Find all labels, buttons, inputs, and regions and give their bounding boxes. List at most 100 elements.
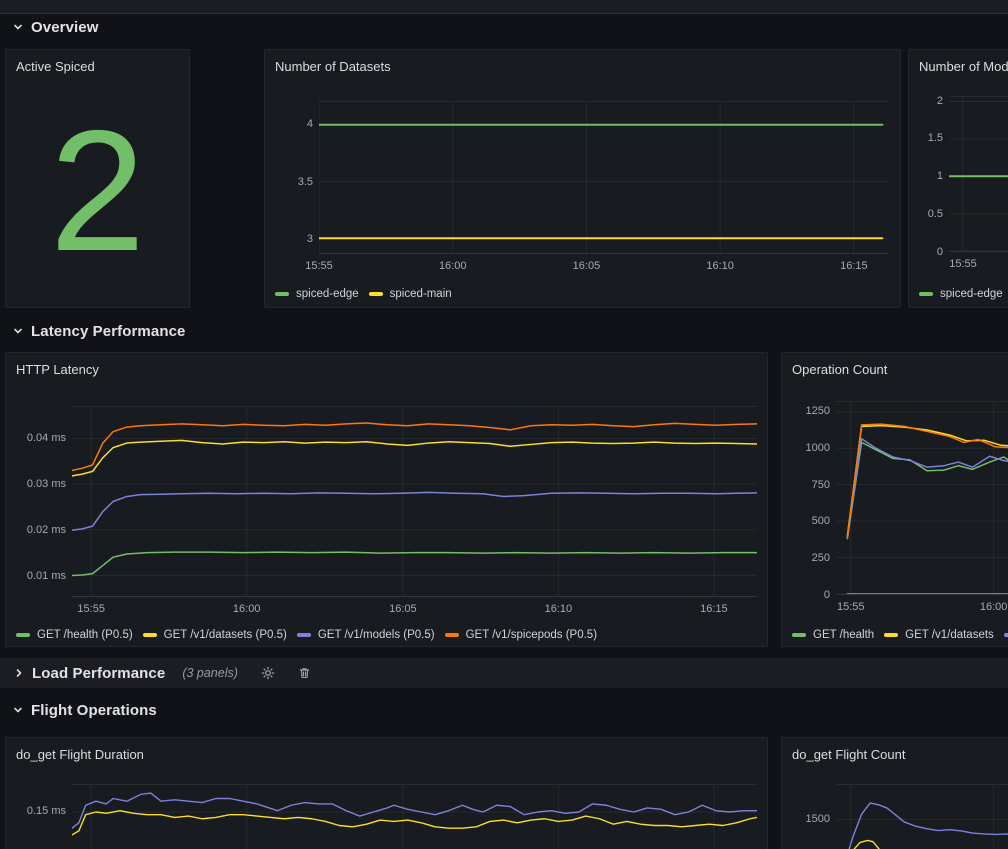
y-tick-label: 0.03 ms xyxy=(27,478,66,490)
section-header-latency-performance[interactable]: Latency Performance xyxy=(12,322,185,340)
section-label: Flight Operations xyxy=(31,702,157,719)
y-tick-label: 500 xyxy=(812,515,830,527)
panel-number-of-datasets: Number of Datasets 33.54 15:5516:0016:05… xyxy=(264,49,901,308)
section-header-overview[interactable]: Overview xyxy=(12,18,99,36)
x-tick-label: 16:10 xyxy=(706,260,734,272)
x-tick-label: 15:55 xyxy=(949,258,977,270)
y-tick-label: 1500 xyxy=(806,813,830,825)
x-tick-label: 15:55 xyxy=(305,260,333,272)
y-tick-label: 0.04 ms xyxy=(27,432,66,444)
chevron-right-icon xyxy=(13,667,25,679)
legend-item[interactable]: spiced-main xyxy=(369,288,452,300)
x-axis: 15:5516:0016:0516:10 xyxy=(836,601,1008,615)
plot-area[interactable] xyxy=(836,401,1008,595)
legend: spiced-edge xyxy=(919,286,1008,302)
legend-item[interactable]: GET /health (P0.5) xyxy=(16,629,133,641)
panel-title[interactable]: Operation Count xyxy=(792,362,887,377)
x-axis: 15:5516:0016:0516:1016:15 xyxy=(319,260,888,274)
y-tick-label: 4 xyxy=(307,118,313,130)
plot-area[interactable] xyxy=(836,784,1008,849)
plot-area[interactable] xyxy=(72,784,757,849)
x-tick-label: 16:15 xyxy=(840,260,868,272)
panel-do-get-flight-count: do_get Flight Count 1500 15:5516:0016:05… xyxy=(781,737,1008,849)
y-tick-label: 750 xyxy=(812,479,830,491)
legend-label: GET /v1/spicepods (P0.5) xyxy=(466,629,597,641)
series-line xyxy=(72,793,757,828)
legend-swatch xyxy=(919,292,933,296)
y-tick-label: 0.02 ms xyxy=(27,524,66,536)
section-header-flight-operations[interactable]: Flight Operations xyxy=(12,701,157,719)
series-line xyxy=(847,840,1008,849)
legend-item[interactable]: GET /v1/models (P0.5) xyxy=(297,629,435,641)
series-line xyxy=(72,811,757,835)
stat-value-wrap: 2 xyxy=(6,50,189,307)
y-tick-label: 3.5 xyxy=(298,176,313,188)
timeseries-chart: 33.54 15:5516:0016:0516:1016:15 spiced-e… xyxy=(265,50,900,307)
series-line xyxy=(72,423,757,470)
legend-item[interactable]: GET /v1/models xyxy=(1004,629,1008,641)
legend-item[interactable]: GET /v1/datasets (P0.5) xyxy=(143,629,287,641)
x-tick-label: 15:55 xyxy=(837,601,865,613)
chevron-down-icon xyxy=(12,325,24,337)
series-line xyxy=(847,442,1008,538)
x-tick-label: 16:00 xyxy=(439,260,467,272)
x-tick-label: 16:00 xyxy=(233,603,261,615)
series-line xyxy=(847,424,1008,537)
x-tick-label: 16:05 xyxy=(389,603,417,615)
y-axis: 025050075010001250 xyxy=(790,401,830,595)
y-tick-label: 0 xyxy=(937,246,943,258)
x-tick-label: 15:55 xyxy=(77,603,105,615)
panel-title[interactable]: Number of Models xyxy=(919,59,1008,74)
timeseries-chart: 00.511.52 15:5516:0016:0516:1016:15 spic… xyxy=(909,50,1008,307)
x-tick-label: 16:00 xyxy=(980,601,1008,613)
panel-number-of-models: Number of Models 00.511.52 15:5516:0016:… xyxy=(908,49,1008,308)
legend-item[interactable]: spiced-edge xyxy=(275,288,359,300)
legend-item[interactable]: GET /health xyxy=(792,629,874,641)
y-tick-label: 1 xyxy=(937,170,943,182)
legend-item[interactable]: GET /v1/spicepods (P0.5) xyxy=(445,629,597,641)
legend-item[interactable]: spiced-edge xyxy=(919,288,1003,300)
panel-title[interactable]: do_get Flight Count xyxy=(792,747,905,762)
y-axis: 00.511.52 xyxy=(917,96,943,252)
timeseries-chart: 0.01 ms 0.02 ms 0.03 ms 0.04 ms 15:55 16:00 1… xyxy=(6,353,767,646)
legend-label: GET /health (P0.5) xyxy=(37,629,133,641)
panel-title[interactable]: Number of Datasets xyxy=(275,59,391,74)
y-tick-label: 1.5 xyxy=(928,132,943,144)
gear-icon[interactable] xyxy=(261,666,275,680)
legend-label: GET /v1/datasets (P0.5) xyxy=(164,629,287,641)
trash-icon[interactable] xyxy=(298,666,311,680)
legend-label: spiced-main xyxy=(390,288,452,300)
plot-area[interactable] xyxy=(949,96,1008,252)
legend-swatch xyxy=(1004,633,1008,637)
y-tick-label: 1000 xyxy=(806,442,830,454)
panel-title[interactable]: do_get Flight Duration xyxy=(16,747,144,762)
y-tick-label: 250 xyxy=(812,552,830,564)
section-label: Latency Performance xyxy=(31,323,185,340)
legend-label: GET /v1/datasets xyxy=(905,629,994,641)
panel-do-get-flight-duration: do_get Flight Duration 0.15 ms 15:5516:0… xyxy=(5,737,768,849)
stat-value: 2 xyxy=(50,123,146,261)
y-axis: 33.54 xyxy=(273,101,313,254)
chevron-down-icon xyxy=(12,21,24,33)
section-header-load-performance[interactable]: Load Performance (3 panels) xyxy=(0,658,1008,688)
legend: spiced-edge spiced-main xyxy=(275,286,896,302)
section-label: Overview xyxy=(31,19,99,36)
legend-label: spiced-edge xyxy=(940,288,1003,300)
panel-active-spiced: Active Spiced 2 xyxy=(5,49,190,308)
legend-swatch xyxy=(369,292,383,296)
y-tick-label: 0 xyxy=(824,589,830,601)
series-line xyxy=(72,552,757,575)
panel-title[interactable]: HTTP Latency xyxy=(16,362,99,377)
y-axis: 0.15 ms xyxy=(14,784,66,849)
series-line xyxy=(72,492,757,530)
y-tick-label: 0.01 ms xyxy=(27,570,66,582)
y-tick-label: 0.15 ms xyxy=(27,805,66,817)
legend-item[interactable]: GET /v1/datasets xyxy=(884,629,994,641)
plot-area[interactable] xyxy=(319,101,888,254)
top-toolbar-edge xyxy=(0,0,1008,14)
y-axis: 0.01 ms 0.02 ms 0.03 ms 0.04 ms xyxy=(14,406,66,597)
series-line xyxy=(847,439,1008,538)
plot-area[interactable] xyxy=(72,406,757,597)
panel-title[interactable]: Active Spiced xyxy=(16,59,95,74)
panel-http-latency: HTTP Latency 0.01 ms 0.02 ms 0.03 ms 0.04 m… xyxy=(5,352,768,647)
